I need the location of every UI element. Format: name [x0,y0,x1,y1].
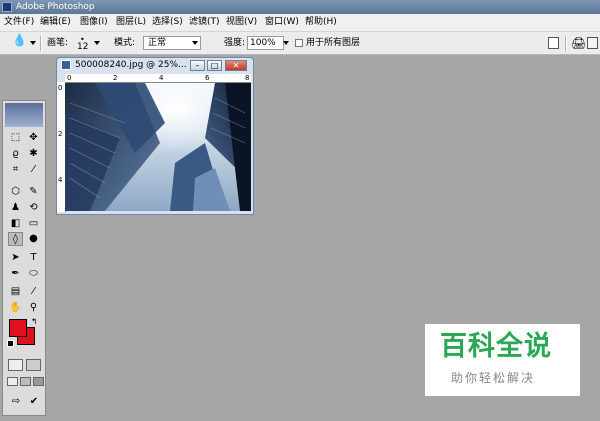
ruler-label: 8 [245,74,250,82]
eyedropper-tool-icon[interactable]: ⁄ [26,285,41,299]
edit-in-imageready-icon[interactable]: ✔ [27,395,41,408]
brush-tool-icon[interactable]: ✎ [26,185,41,199]
gradient-tool-icon[interactable]: ▭ [26,217,41,231]
menu-select[interactable]: 选择(S) [152,16,183,28]
standard-screen-mode-icon[interactable] [7,377,18,386]
horizontal-ruler: 0 2 4 6 8 [65,74,251,83]
close-button[interactable]: ✕ [225,60,247,71]
mode-select[interactable]: 正常 [143,36,201,50]
default-colors-icon[interactable] [7,340,14,347]
watermark-title: 百科全说 [440,331,552,362]
menu-bar: 文件(F) 编辑(E) 图像(I) 图层(L) 选择(S) 滤镜(T) 视图(V… [0,14,600,32]
strength-input[interactable]: 100% [247,36,284,50]
slice-tool-icon[interactable]: ⁄ [26,163,41,177]
eraser-tool-icon[interactable]: ◧ [8,217,23,231]
ruler-label: 0 [67,74,72,82]
dodge-tool-icon[interactable]: ● [26,232,41,246]
menu-window[interactable]: 窗口(W) [265,16,299,28]
brush-label: 画笔: [47,38,69,48]
file-browser-icon[interactable] [548,37,559,49]
menu-view[interactable]: 视图(V) [226,16,257,28]
menu-edit[interactable]: 编辑(E) [40,16,71,28]
mode-label: 模式: [114,38,136,48]
menu-image[interactable]: 图像(I) [80,16,108,28]
lasso-tool-icon[interactable]: ϱ [8,147,23,161]
palette-well-icon[interactable] [587,37,598,49]
full-screen-mode-icon[interactable] [33,377,44,386]
path-selection-tool-icon[interactable]: ➤ [8,251,23,265]
ruler-label: 2 [58,130,63,138]
minimize-button[interactable]: – [190,60,205,71]
magic-wand-tool-icon[interactable]: ✱ [26,147,41,161]
ruler-label: 2 [113,74,118,82]
options-bar: 💧 画笔: • 12 模式: 正常 强度: 100% 用于所有图层 🖨 [0,32,600,55]
chevron-down-icon [192,41,198,45]
maximize-button[interactable]: □ [207,60,222,71]
window-title: Adobe Photoshop [16,2,95,12]
all-layers-label: 用于所有图层 [306,38,361,48]
strength-slider-toggle-icon[interactable] [283,41,289,45]
ruler-label: 4 [58,176,63,184]
clone-stamp-tool-icon[interactable]: ♟ [8,201,23,215]
pen-tool-icon[interactable]: ✒ [8,267,23,281]
mode-value: 正常 [148,38,167,48]
title-bar: Adobe Photoshop [0,0,600,14]
brush-chevron-down-icon[interactable] [94,41,100,45]
strength-label: 强度: [224,38,246,48]
menu-filter[interactable]: 滤镜(T) [189,16,220,28]
notes-tool-icon[interactable]: ▤ [8,285,23,299]
healing-brush-tool-icon[interactable]: ⬡ [8,185,23,199]
type-tool-icon[interactable]: T [26,251,41,265]
standard-mode-icon[interactable] [8,359,23,371]
photoshop-logo-icon [2,2,12,12]
history-brush-tool-icon[interactable]: ⟲ [26,201,41,215]
document-icon [61,60,71,70]
all-layers-checkbox[interactable] [295,39,303,47]
blur-tool-icon[interactable]: ◊ [8,232,23,246]
ruler-label: 4 [159,74,164,82]
toolbox: ⬚ ✥ ϱ ✱ ⌗ ⁄ ⬡ ✎ ♟ ⟲ ◧ ▭ ◊ ● ➤ T ✒ ⬭ ▤ ⁄ … [2,100,46,416]
document-title: 500008240.jpg @ 25%... [75,60,187,70]
divider [565,36,567,51]
watermark-badge: 百科全说 助你轻松解决 [425,324,580,396]
adobe-feather-icon[interactable] [5,103,43,127]
menu-layer[interactable]: 图层(L) [116,16,146,28]
ruler-label: 6 [205,74,210,82]
hand-tool-icon[interactable]: ✋ [8,301,23,315]
shape-tool-icon[interactable]: ⬭ [26,267,41,281]
print-icon[interactable]: 🖨 [571,36,586,50]
jump-to-imageready-icon[interactable]: ⇨ [8,395,24,408]
crop-tool-icon[interactable]: ⌗ [8,163,23,177]
skyscrapers-photo [65,83,251,211]
foreground-color-swatch[interactable] [9,319,27,337]
blur-tool-icon[interactable]: 💧 [12,34,27,46]
zoom-tool-icon[interactable]: ⚲ [26,301,41,315]
brush-size: 12 [77,42,89,52]
marquee-tool-icon[interactable]: ⬚ [8,131,23,145]
ruler-label: 0 [58,84,63,92]
document-image[interactable] [65,83,251,211]
menu-file[interactable]: 文件(F) [4,16,34,28]
quick-mask-mode-icon[interactable] [26,359,41,371]
document-window[interactable]: 500008240.jpg @ 25%... – □ ✕ 0 2 4 6 8 0… [56,57,254,215]
move-tool-icon[interactable]: ✥ [26,131,41,145]
divider [40,36,42,51]
strength-value: 100% [250,38,276,48]
brush-picker[interactable]: • 12 [76,36,94,52]
menu-help[interactable]: 帮助(H) [305,16,337,28]
watermark-subtitle: 助你轻松解决 [451,371,536,385]
swap-colors-icon[interactable]: ↰ [31,318,38,326]
full-screen-menu-mode-icon[interactable] [20,377,31,386]
tool-preset-chevron-down-icon[interactable] [30,41,36,45]
